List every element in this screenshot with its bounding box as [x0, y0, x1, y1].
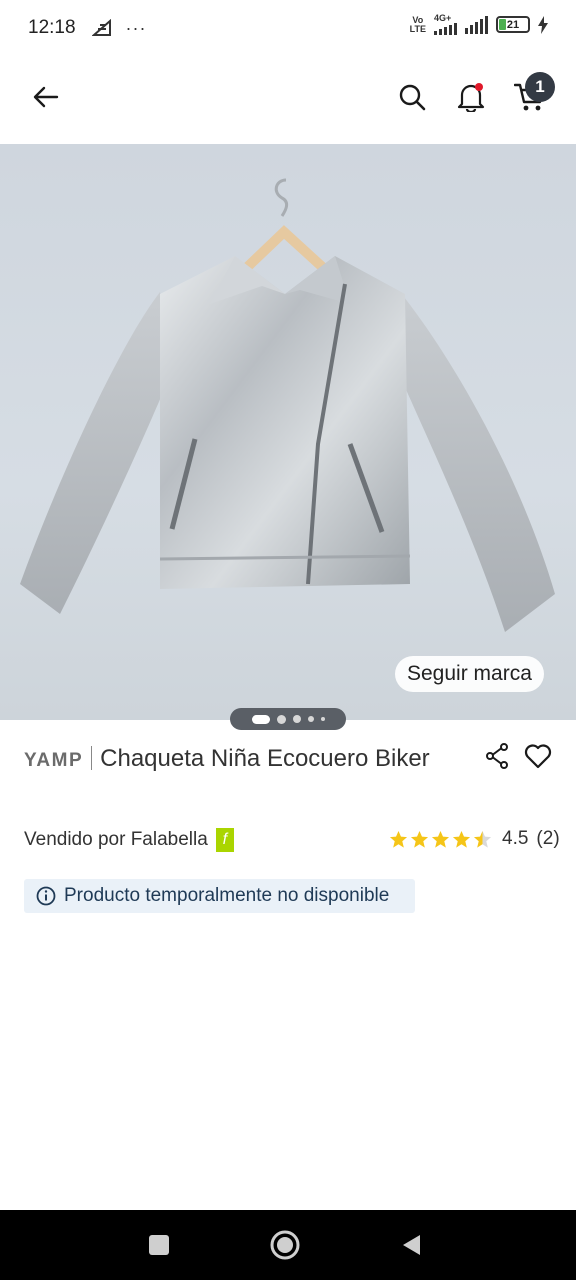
product-rating[interactable]: 4.5 (2)	[389, 828, 560, 850]
share-icon	[486, 743, 508, 769]
status-time: 12:18	[28, 17, 76, 38]
image-carousel-indicator[interactable]	[230, 708, 346, 730]
product-brand[interactable]: YAMP	[24, 750, 83, 771]
carousel-dot	[320, 717, 325, 721]
home-icon	[270, 1230, 300, 1260]
brand-separator	[91, 746, 93, 770]
product-title: Chaqueta Niña Ecocuero Biker	[100, 745, 430, 772]
recents-button[interactable]	[142, 1228, 176, 1262]
recents-icon	[149, 1235, 169, 1255]
signal-icon	[434, 23, 457, 35]
star-icon	[389, 830, 408, 848]
product-title-block: YAMP Chaqueta Niña Ecocuero Biker	[24, 742, 474, 778]
rating-count: (2)	[536, 828, 560, 849]
star-icon	[431, 830, 450, 848]
rating-stars	[389, 830, 492, 849]
battery-level: 21	[506, 18, 520, 31]
jacket-image	[20, 178, 555, 632]
back-nav-button[interactable]	[394, 1228, 428, 1262]
volte-indicator: Vo LTE	[409, 14, 426, 34]
triangle-back-icon	[403, 1235, 420, 1255]
availability-notice: Producto temporalmente no disponible	[24, 879, 415, 913]
status-bar: 12:18 ··· Vo LTE 4G+ 21	[0, 0, 576, 56]
rating-value: 4.5	[502, 828, 529, 849]
follow-brand-button[interactable]: Seguir marca	[395, 656, 544, 692]
system-nav-bar	[0, 1210, 576, 1280]
search-icon	[399, 84, 426, 111]
availability-text: Producto temporalmente no disponible	[64, 885, 390, 906]
carousel-dot	[276, 714, 286, 724]
seller-text: Vendido por Falabella	[24, 829, 208, 850]
product-image[interactable]	[0, 144, 576, 720]
home-button[interactable]	[268, 1228, 302, 1262]
star-icon	[452, 830, 471, 848]
falabella-badge-icon: f	[215, 828, 234, 852]
carousel-dot	[307, 716, 314, 722]
seller-info: Vendido por Falabella f	[24, 828, 234, 852]
status-notification-icons: ···	[91, 17, 147, 39]
search-button[interactable]	[390, 75, 434, 119]
network-type: 4G+	[434, 14, 457, 35]
app-header	[0, 56, 576, 142]
share-button[interactable]	[482, 741, 512, 771]
data-transfer-icon	[91, 19, 111, 36]
favorite-button[interactable]	[522, 741, 554, 771]
back-button[interactable]	[24, 75, 68, 119]
star-icon	[410, 830, 429, 848]
signal-icon-2	[465, 15, 488, 34]
battery-icon: 21	[496, 16, 530, 33]
arrow-left-icon	[33, 86, 59, 108]
half-star-icon	[473, 830, 492, 848]
cart-count-badge: 1	[525, 72, 555, 102]
notifications-button[interactable]	[449, 75, 493, 119]
heart-icon	[524, 744, 552, 769]
status-indicators: Vo LTE 4G+ 21	[410, 14, 548, 35]
charging-icon	[538, 15, 548, 34]
status-overflow: ···	[125, 17, 147, 38]
bell-icon	[457, 83, 485, 112]
carousel-dot	[292, 715, 301, 723]
notification-dot	[475, 83, 483, 91]
carousel-dot-active	[251, 714, 270, 724]
info-icon	[36, 886, 56, 906]
